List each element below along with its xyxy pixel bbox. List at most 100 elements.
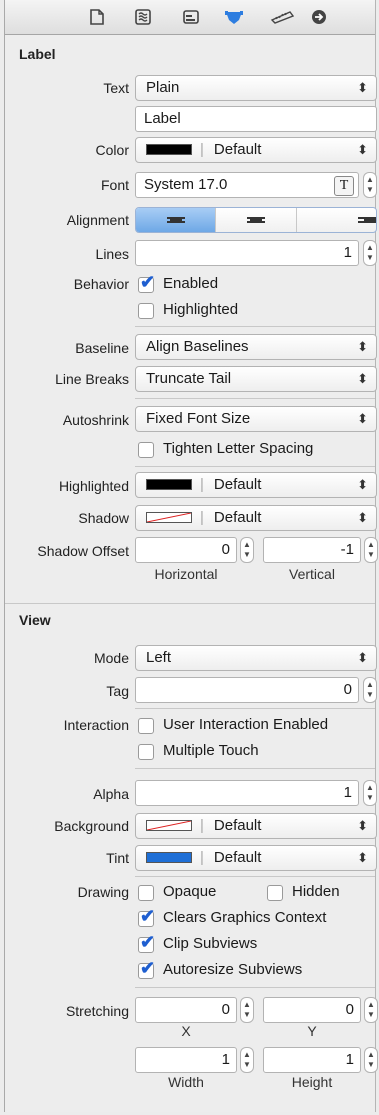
tint-label: Tint [106,850,129,866]
color-label: Color [95,142,129,158]
hidden-checkbox[interactable] [267,885,283,901]
baseline-label: Baseline [75,340,129,356]
tag-stepper[interactable]: ▲ ▼ [363,677,377,703]
alpha-field[interactable]: 1 [135,780,359,806]
connections-inspector-icon[interactable] [310,8,328,26]
popup-arrows-icon: ⬍ [357,510,368,525]
tag-label: Tag [106,683,129,699]
autoshrink-popup[interactable]: Fixed Font Size ⬍ [135,406,377,432]
line-breaks-popup[interactable]: Truncate Tail ⬍ [135,366,377,392]
shadow-popup[interactable]: | Default ⬍ [135,505,377,531]
shadow-horizontal-stepper[interactable]: ▲ ▼ [240,537,254,563]
autoresize-subviews-label: Autoresize Subviews [163,961,303,978]
separator [135,876,375,877]
opaque-checkbox[interactable] [138,885,154,901]
section-separator [5,603,375,604]
attributes-inspector-icon[interactable] [225,8,243,26]
font-size-stepper[interactable]: ▲ ▼ [363,172,377,198]
stretch-height-stepper[interactable]: ▲ ▼ [364,1047,378,1073]
align-center-icon[interactable] [216,208,297,232]
x-caption: X [181,1023,191,1039]
separator [135,326,375,327]
highlighted-color-popup[interactable]: | Default ⬍ [135,472,377,498]
tint-swatch [146,851,192,863]
hidden-label: Hidden [292,883,340,900]
baseline-popup[interactable]: Align Baselines ⬍ [135,334,377,360]
quick-help-icon[interactable] [134,8,152,26]
width-caption: Width [168,1074,204,1090]
y-caption: Y [307,1023,317,1039]
popup-arrows-icon: ⬍ [357,650,368,665]
shadow-vertical-field[interactable]: -1 [263,537,361,563]
separator [135,466,375,467]
lines-stepper[interactable]: ▲ ▼ [363,240,377,266]
shadow-offset-label: Shadow Offset [37,543,129,559]
stretch-x-field[interactable]: 0 [135,997,237,1023]
font-label: Font [100,177,129,193]
behavior-label: Behavior [73,276,129,292]
clip-subviews-checkbox[interactable] [138,932,155,953]
shadow-label: Shadow [78,510,129,526]
stretch-y-stepper[interactable]: ▲ ▼ [364,997,378,1023]
multiple-touch-label: Multiple Touch [163,742,259,759]
color-swatch [146,143,192,155]
text-type-label: Text [103,80,129,96]
stretch-width-stepper[interactable]: ▲ ▼ [240,1047,254,1073]
shadow-horizontal-field[interactable]: 0 [135,537,237,563]
text-type-value: Plain [146,79,180,96]
clears-graphics-label: Clears Graphics Context [163,909,327,926]
text-content-field[interactable]: Label [135,106,377,132]
alpha-stepper[interactable]: ▲ ▼ [363,780,377,806]
opaque-label: Opaque [163,883,217,900]
tighten-spacing-checkbox[interactable] [138,442,154,458]
line-breaks-label: Line Breaks [55,371,129,387]
font-field[interactable]: System 17.0 T [135,172,359,198]
background-popup[interactable]: | Default ⬍ [135,813,377,839]
height-caption: Height [291,1074,333,1090]
stretch-width-field[interactable]: 1 [135,1047,237,1073]
color-popup[interactable]: | Default ⬍ [135,137,377,163]
background-swatch [146,819,192,831]
autoresize-subviews-checkbox[interactable] [138,958,155,979]
shadow-value: Default [213,509,262,526]
stretch-height-field[interactable]: 1 [263,1047,361,1073]
file-inspector-icon[interactable] [88,8,106,26]
font-value: System 17.0 [144,176,228,193]
horizontal-caption: Horizontal [154,566,218,582]
separator [135,398,375,399]
mode-label: Mode [93,650,129,666]
popup-arrows-icon: ⬍ [357,850,368,865]
separator [135,987,375,988]
align-left-icon[interactable] [136,208,217,232]
popup-arrows-icon: ⬍ [357,477,368,492]
tag-field[interactable]: 0 [135,677,359,703]
user-interaction-checkbox[interactable] [138,718,154,734]
stretch-y-field[interactable]: 0 [263,997,361,1023]
clears-graphics-checkbox[interactable] [138,906,155,927]
lines-field[interactable]: 1 [135,240,359,266]
attributes-inspector: Label Text Plain ⬍ Label Color | Default … [4,0,378,1112]
label-section-title: Label [19,46,56,62]
baseline-value: Align Baselines [146,338,249,355]
identity-inspector-icon[interactable] [182,8,200,26]
enabled-checkbox[interactable] [138,272,155,293]
highlighted-checkbox[interactable] [138,303,154,319]
align-right-icon[interactable] [297,208,376,232]
background-value: Default [213,817,262,834]
drawing-label: Drawing [77,884,129,900]
enabled-label: Enabled [163,275,219,292]
font-picker-button[interactable]: T [334,176,354,196]
mode-popup[interactable]: Left ⬍ [135,645,377,671]
separator [135,708,375,709]
multiple-touch-checkbox[interactable] [138,744,154,760]
text-type-popup[interactable]: Plain ⬍ [135,75,377,101]
inspector-toolbar [5,0,375,35]
vertical-caption: Vertical [289,566,335,582]
shadow-vertical-stepper[interactable]: ▲ ▼ [364,537,378,563]
lines-label: Lines [95,246,129,262]
size-inspector-icon[interactable] [270,8,294,26]
autoshrink-value: Fixed Font Size [146,410,251,427]
alignment-segmented-control[interactable] [135,207,377,233]
stretch-x-stepper[interactable]: ▲ ▼ [240,997,254,1023]
tint-popup[interactable]: | Default ⬍ [135,845,377,871]
